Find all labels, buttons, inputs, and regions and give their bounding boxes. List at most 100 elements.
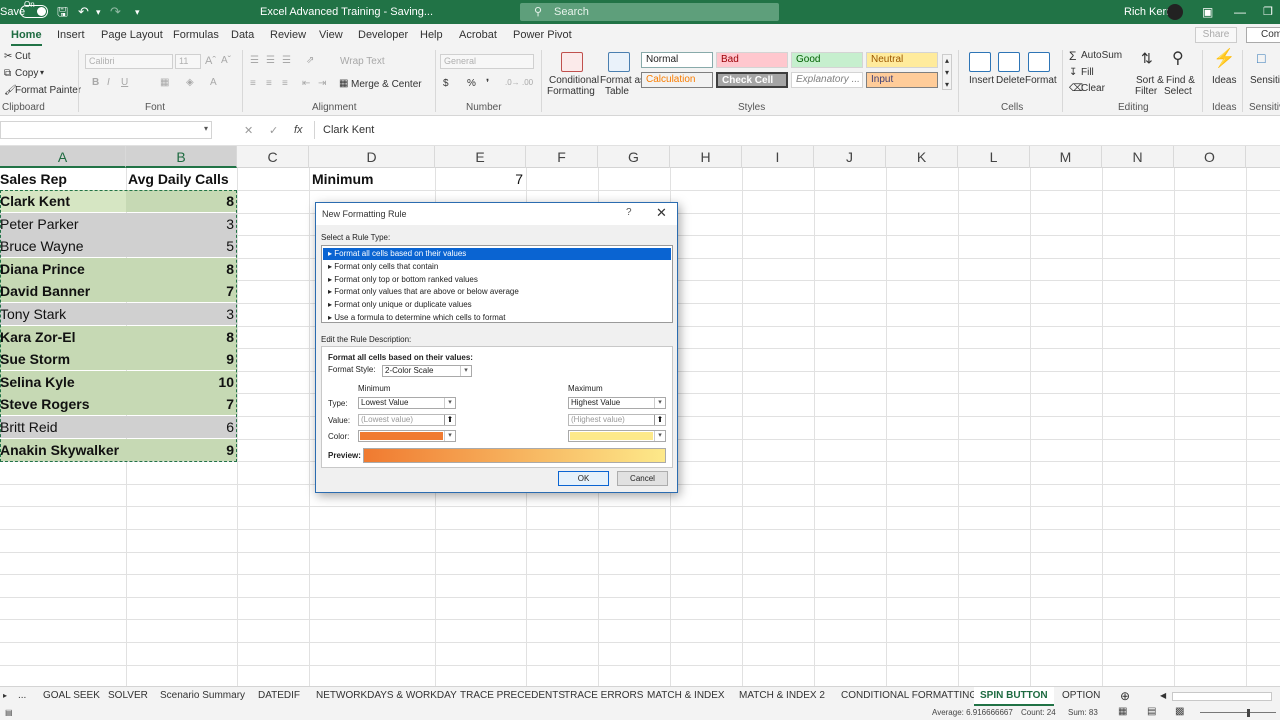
cell-a1[interactable]: Sales Rep bbox=[0, 168, 126, 190]
cell-e1[interactable]: 7 bbox=[435, 168, 526, 190]
tab-page-layout[interactable]: Page Layout bbox=[101, 24, 163, 46]
decrease-indent-icon[interactable]: ⇤ bbox=[302, 78, 310, 89]
column-header-i[interactable]: I bbox=[742, 146, 814, 168]
rule-type-list[interactable]: ▸ Format all cells based on their values… bbox=[321, 245, 673, 323]
cell-avg-calls[interactable]: 8 bbox=[126, 325, 237, 348]
cell-rep-name[interactable]: Diana Prince bbox=[0, 257, 126, 280]
cell-avg-calls[interactable]: 10 bbox=[126, 370, 237, 393]
align-left-icon[interactable]: ≡ bbox=[250, 78, 256, 89]
add-sheet-icon[interactable]: ⊕ bbox=[1120, 687, 1130, 706]
sheet-tab[interactable]: TRACE PRECEDENTS bbox=[460, 687, 565, 706]
delete-cells-button[interactable]: Delete bbox=[996, 75, 1025, 86]
sensitivity-icon[interactable]: □ bbox=[1257, 50, 1265, 66]
orientation-icon[interactable]: ⇗ bbox=[306, 55, 314, 66]
sheet-tab[interactable]: SPIN BUTTON bbox=[974, 687, 1054, 706]
cell-avg-calls[interactable]: 3 bbox=[126, 212, 237, 235]
zoom-slider-thumb[interactable] bbox=[1247, 709, 1250, 717]
percent-icon[interactable]: % bbox=[467, 78, 476, 89]
max-type-select[interactable]: Highest Value ▾ bbox=[568, 397, 666, 409]
cell-rep-name[interactable]: Steve Rogers bbox=[0, 393, 126, 416]
underline-icon[interactable]: U bbox=[121, 77, 128, 88]
decrease-font-icon[interactable]: Aˇ bbox=[221, 55, 231, 66]
autosum-icon[interactable]: Σ bbox=[1069, 49, 1076, 63]
tab-help[interactable]: Help bbox=[420, 24, 443, 46]
cell-rep-name[interactable]: David Banner bbox=[0, 280, 126, 303]
formula-input[interactable]: Clark Kent bbox=[323, 124, 374, 136]
cell-avg-calls[interactable]: 8 bbox=[126, 190, 237, 212]
rule-type-option[interactable]: ▸ Format only values that are above or b… bbox=[323, 286, 671, 298]
min-type-select[interactable]: Lowest Value ▾ bbox=[358, 397, 456, 409]
sort-filter-icon[interactable]: ⇅ bbox=[1141, 50, 1153, 67]
style-explanatory[interactable]: Explanatory ... bbox=[791, 72, 863, 88]
style-normal[interactable]: Normal bbox=[641, 52, 713, 68]
increase-decimal-icon[interactable]: .0→ bbox=[505, 78, 520, 87]
autosum-button[interactable]: AutoSum bbox=[1081, 50, 1122, 61]
cut-icon[interactable]: ✂ bbox=[4, 51, 12, 62]
ribbon-display-icon[interactable]: ▣ bbox=[1202, 0, 1213, 24]
min-value-input[interactable]: (Lowest value) ⬆ bbox=[358, 414, 456, 426]
horizontal-scrollbar[interactable] bbox=[1172, 692, 1272, 701]
sort-filter-label-2[interactable]: Filter bbox=[1135, 86, 1157, 97]
style-neutral[interactable]: Neutral bbox=[866, 52, 938, 68]
close-icon[interactable]: ✕ bbox=[656, 205, 667, 221]
cell-avg-calls[interactable]: 7 bbox=[126, 393, 237, 416]
restore-icon[interactable]: ❐ bbox=[1263, 0, 1273, 24]
align-right-icon[interactable]: ≡ bbox=[282, 78, 288, 89]
name-box-dropdown-icon[interactable]: ▾ bbox=[204, 124, 208, 133]
sheet-tab[interactable]: DATEDIF bbox=[258, 687, 300, 706]
cell-rep-name[interactable]: Selina Kyle bbox=[0, 370, 126, 393]
sensitivity-button[interactable]: Sensitivi bbox=[1250, 75, 1280, 86]
cell-avg-calls[interactable]: 9 bbox=[126, 438, 237, 461]
column-header-m[interactable]: M bbox=[1030, 146, 1102, 168]
bold-icon[interactable]: B bbox=[92, 77, 99, 88]
share-button[interactable]: Share bbox=[1195, 27, 1237, 43]
cell-b1[interactable]: Avg Daily Calls bbox=[128, 168, 237, 190]
cell-rep-name[interactable]: Anakin Skywalker bbox=[0, 438, 126, 461]
max-value-input[interactable]: (Highest value) ⬆ bbox=[568, 414, 666, 426]
find-select-icon[interactable]: ⚲ bbox=[1172, 48, 1184, 68]
format-as-table-label-1[interactable]: Format as bbox=[600, 75, 645, 86]
cut-button[interactable]: Cut bbox=[15, 51, 31, 62]
italic-icon[interactable]: I bbox=[107, 77, 110, 88]
cell-rep-name[interactable]: Sue Storm bbox=[0, 348, 126, 371]
column-header-j[interactable]: J bbox=[814, 146, 886, 168]
column-header-n[interactable]: N bbox=[1102, 146, 1174, 168]
column-header-f[interactable]: F bbox=[526, 146, 598, 168]
cell-avg-calls[interactable]: 5 bbox=[126, 235, 237, 258]
redo-icon[interactable]: ↷ bbox=[110, 0, 121, 24]
cell-avg-calls[interactable]: 6 bbox=[126, 416, 237, 438]
sheet-tab[interactable]: Scenario Summary bbox=[160, 687, 245, 706]
cancel-entry-icon[interactable]: ✕ bbox=[244, 124, 253, 137]
format-painter-button[interactable]: Format Painter bbox=[15, 85, 81, 96]
insert-function-icon[interactable]: fx bbox=[294, 124, 303, 136]
ideas-button[interactable]: Ideas bbox=[1212, 75, 1236, 86]
search-box[interactable]: ⚲ Search bbox=[520, 3, 779, 21]
cancel-button[interactable]: Cancel bbox=[617, 471, 668, 486]
currency-icon[interactable]: $ bbox=[443, 78, 449, 89]
styles-gallery-scroll[interactable]: ▴ ▾ ▾ bbox=[942, 54, 952, 90]
merge-center-icon[interactable]: ▦ bbox=[339, 78, 348, 89]
cell-avg-calls[interactable]: 3 bbox=[126, 303, 237, 325]
dialog-title-bar[interactable]: New Formatting Rule ? ✕ bbox=[316, 203, 677, 225]
sort-filter-label-1[interactable]: Sort & bbox=[1136, 75, 1164, 86]
cell-rep-name[interactable]: Bruce Wayne bbox=[0, 235, 126, 258]
tab-power-pivot[interactable]: Power Pivot bbox=[513, 24, 572, 46]
comments-button[interactable]: Com bbox=[1246, 27, 1280, 43]
fill-button[interactable]: Fill bbox=[1081, 67, 1094, 78]
fill-color-icon[interactable]: ◈ bbox=[186, 77, 194, 88]
hscroll-left-icon[interactable]: ◀ bbox=[1160, 687, 1166, 706]
undo-dropdown-icon[interactable]: ▾ bbox=[96, 0, 101, 24]
format-as-table-label-2[interactable]: Table bbox=[605, 86, 629, 97]
min-color-picker[interactable]: ▾ bbox=[358, 430, 456, 442]
font-size-combo[interactable]: 11 bbox=[175, 54, 201, 69]
font-color-icon[interactable]: A bbox=[210, 77, 217, 88]
status-sum[interactable]: Sum: 83 bbox=[1068, 708, 1098, 717]
ideas-icon[interactable]: ⚡ bbox=[1213, 48, 1235, 69]
borders-icon[interactable]: ▦ bbox=[160, 77, 169, 88]
column-header-e[interactable]: E bbox=[435, 146, 526, 168]
scroll-tabs-right-icon[interactable]: ▸ bbox=[3, 687, 7, 706]
cell-rep-name[interactable]: Tony Stark bbox=[0, 303, 126, 325]
minimize-icon[interactable]: — bbox=[1234, 0, 1246, 24]
conditional-formatting-icon[interactable] bbox=[561, 52, 583, 72]
column-header-k[interactable]: K bbox=[886, 146, 958, 168]
